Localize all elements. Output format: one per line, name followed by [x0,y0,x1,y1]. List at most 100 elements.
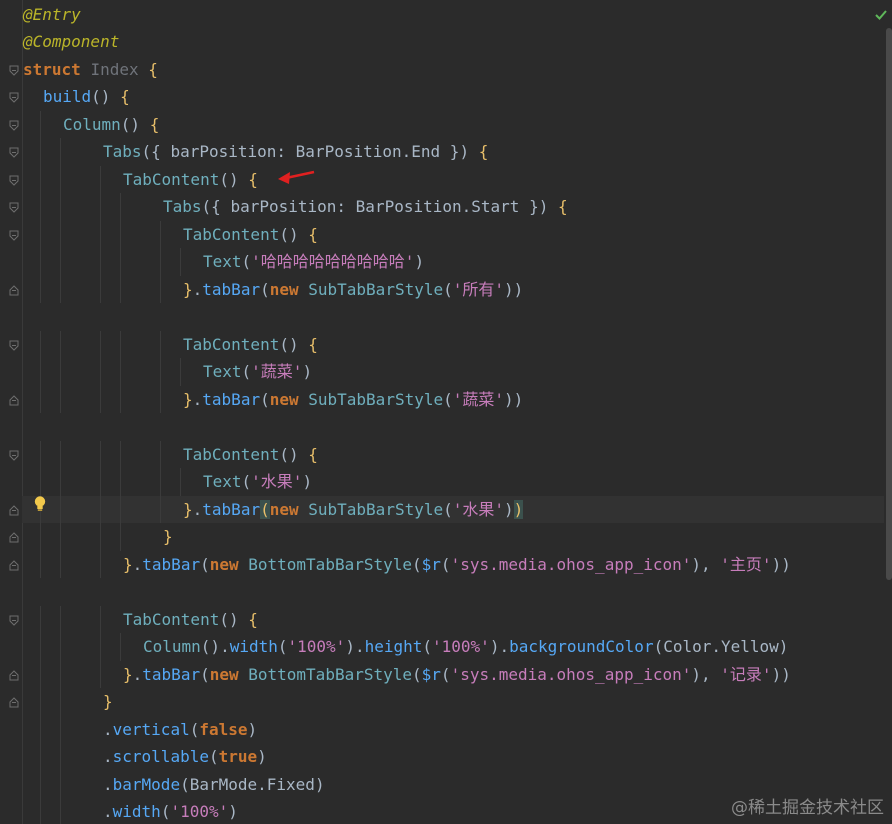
fold-close-icon[interactable] [9,559,19,571]
indent-guide [60,385,61,413]
indent-guide [60,550,61,578]
code-line[interactable]: Tabs({ barPosition: BarPosition.Start })… [22,193,884,221]
indent-guide [60,605,61,633]
code-token: } [123,664,133,684]
fold-open-icon[interactable] [9,615,19,626]
code-token: build [43,87,92,106]
code-line-content: @Entry [23,1,81,29]
code-line[interactable] [22,303,884,331]
code-token: : [276,142,296,161]
indent-guide [40,468,41,496]
code-line-content: Text('蔬菜') [203,358,312,386]
fold-open-icon[interactable] [9,230,19,241]
fold-open-icon[interactable] [9,120,19,131]
indent-guide [120,275,121,303]
code-token: '蔬菜' [251,362,303,381]
fold-open-icon[interactable] [9,202,19,213]
code-line[interactable]: TabContent() { [22,220,884,248]
code-line[interactable]: .scrollable(true) [22,743,884,771]
code-token: ), [691,664,721,684]
code-line[interactable]: }.tabBar(new SubTabBarStyle('水果')) [22,495,884,523]
code-line[interactable] [22,578,884,606]
code-line-content: Tabs({ barPosition: BarPosition.End }) { [103,138,488,166]
code-line[interactable]: }.tabBar(new SubTabBarStyle('所有')) [22,275,884,303]
code-line[interactable]: }.tabBar(new BottomTabBarStyle($r('sys.m… [22,550,884,578]
code-line[interactable]: } [22,688,884,716]
code-token: '100%' [170,802,229,821]
fold-open-icon[interactable] [9,175,19,186]
code-token: ( [241,362,252,381]
code-line[interactable]: TabContent() { [22,440,884,468]
code-token: (Color.Yellow) [653,637,789,656]
fold-close-icon[interactable] [9,697,19,708]
code-line[interactable]: }.tabBar(new SubTabBarStyle('蔬菜')) [22,385,884,413]
indent-guide [40,605,41,633]
code-line[interactable]: struct Index { [22,56,884,84]
code-editor[interactable]: @Entry @Component struct Index {build() {C… [0,0,892,824]
code-token: false [199,719,248,739]
indent-guide [120,523,121,551]
fold-close-icon[interactable] [9,504,19,516]
vertical-scrollbar[interactable] [886,28,892,580]
indent-guide [160,275,161,303]
code-line[interactable]: Text('哈哈哈哈哈哈哈哈哈') [22,248,884,276]
lightbulb-icon[interactable] [32,495,48,513]
code-token: ), [691,554,721,574]
indent-guide [40,523,41,551]
indent-guide [160,220,161,248]
indent-guide [120,220,121,248]
indent-guide [40,330,41,358]
code-line[interactable]: .vertical(false) [22,715,884,743]
code-line[interactable] [22,413,884,441]
code-token: new [269,279,309,299]
code-token: ( [260,499,270,519]
code-line[interactable]: @Entry [22,1,884,29]
fold-close-icon[interactable] [9,394,19,406]
fold-open-icon[interactable] [9,340,19,351]
fold-close-icon[interactable] [9,669,19,681]
code-token: ) [302,472,313,491]
code-line-content: struct Index { [23,56,158,84]
code-line[interactable]: TabContent() { [22,605,884,634]
code-line-content: } [163,523,173,551]
code-line[interactable]: TabContent() { [22,330,884,358]
indent-guide [60,633,61,661]
indent-guide [60,715,61,743]
indent-guide [60,523,61,551]
code-token: backgroundColor [509,637,654,656]
code-line-content: TabContent() { [123,606,258,634]
code-line[interactable]: TabContent() { [22,165,884,193]
fold-open-icon[interactable] [9,147,19,158]
code-line[interactable]: Tabs({ barPosition: BarPosition.End }) { [22,138,884,166]
code-line[interactable]: @Component [22,28,884,56]
fold-open-icon[interactable] [9,92,19,103]
code-token: () [120,114,150,134]
fold-close-icon[interactable] [9,532,19,543]
code-token: } [183,389,193,409]
code-token: { [308,224,318,244]
red-arrow-annotation-icon [278,170,315,184]
code-token: Column [143,637,201,656]
code-token: () [219,169,249,189]
code-token: new [269,499,309,519]
code-area[interactable]: @Entry @Component struct Index {build() {C… [22,0,884,824]
indent-guide [160,248,161,276]
indent-guide [60,358,61,386]
code-token: new [269,389,309,409]
code-token: : [336,197,356,216]
code-line[interactable]: } [22,523,884,551]
code-token: ( [241,252,252,271]
fold-close-icon[interactable] [9,284,19,296]
fold-open-icon[interactable] [9,65,19,76]
code-line[interactable]: Column() { [22,110,884,138]
indent-guide [40,385,41,413]
code-line[interactable]: Text('水果') [22,468,884,496]
code-line[interactable]: build() { [22,83,884,111]
code-token: )) [771,554,791,574]
indent-guide [60,495,61,523]
fold-open-icon[interactable] [9,450,19,461]
indent-guide [40,440,41,468]
code-line[interactable]: Column().width('100%').height('100%').ba… [22,633,884,661]
code-line[interactable]: }.tabBar(new BottomTabBarStyle($r('sys.m… [22,660,884,688]
code-line[interactable]: Text('蔬菜') [22,358,884,386]
